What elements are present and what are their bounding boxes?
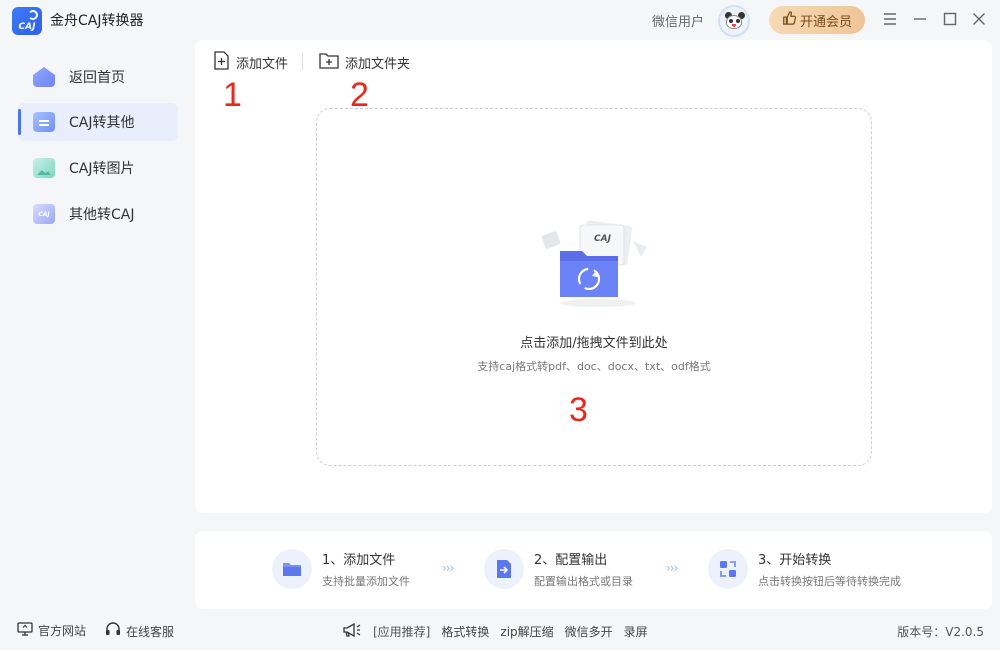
online-service-label: 在线客服: [126, 624, 175, 639]
megaphone-icon: [342, 622, 362, 641]
app-title: 金舟CAJ转换器: [50, 13, 144, 29]
folder-convert-illustration-icon: CAJ: [538, 220, 653, 311]
avatar[interactable]: [718, 5, 750, 37]
sidebar-item-caj-to-other[interactable]: CAJ转其他: [18, 103, 178, 141]
step-arrow-icon: ›››: [442, 561, 454, 575]
toolbar-divider: [302, 54, 303, 70]
step-desc: 支持批量添加文件: [322, 575, 410, 588]
sidebar-item-label: 返回首页: [69, 70, 125, 86]
home-icon: [33, 67, 55, 87]
drop-zone-subtitle: 支持caj格式转pdf、doc、docx、txt、odf格式: [477, 360, 711, 373]
thumbs-up-icon: [782, 11, 797, 29]
add-file-label: 添加文件: [236, 56, 289, 72]
monitor-icon: [17, 622, 33, 639]
sidebar-item-label: 其他转CAJ: [69, 207, 135, 223]
step-title: 2、配置输出: [534, 553, 608, 568]
file-drop-zone[interactable]: CAJ 点击添加/拖拽文件到此处 支持caj格式转pdf、doc、docx、tx…: [316, 108, 872, 466]
recommend-link-record[interactable]: 录屏: [624, 623, 648, 640]
caj-file-icon: CAJ: [33, 204, 55, 224]
add-file-button[interactable]: 添加文件: [213, 50, 289, 74]
annotation-number-1: 1: [223, 76, 242, 114]
recommend-label: [应用推荐]: [373, 625, 431, 639]
minimize-icon[interactable]: [909, 8, 931, 30]
export-icon: [484, 549, 524, 589]
menu-icon[interactable]: [879, 8, 901, 30]
user-name[interactable]: 微信用户: [652, 11, 704, 30]
sidebar-item-home[interactable]: 返回首页: [18, 58, 178, 96]
sidebar-item-label: CAJ转其他: [69, 115, 135, 131]
annotation-number-3: 3: [569, 391, 588, 429]
footer: 官方网站 在线客服 [应用推荐] 格式转换 zip解压缩 微信多开 录屏 版本号…: [0, 614, 1000, 646]
add-folder-label: 添加文件夹: [345, 56, 411, 72]
step-desc: 配置输出格式或目录: [534, 575, 633, 588]
add-folder-icon: [319, 52, 339, 73]
add-file-icon: [213, 50, 230, 74]
main-panel: 添加文件 添加文件夹 1 2 CAJ 点击添加/拖拽文件到此处 支持caj格式转…: [195, 40, 992, 513]
document-convert-icon: [33, 112, 55, 132]
convert-icon: [708, 549, 748, 589]
app-logo-icon: CAJ: [12, 7, 42, 35]
step-title: 3、开始转换: [758, 553, 832, 568]
official-site-label: 官方网站: [38, 624, 87, 638]
add-folder-button[interactable]: 添加文件夹: [319, 52, 410, 72]
sidebar-item-other-to-caj[interactable]: CAJ 其他转CAJ: [18, 195, 178, 233]
step-add-file: 1、添加文件 支持批量添加文件: [272, 549, 410, 589]
maximize-icon[interactable]: [939, 8, 961, 30]
vip-button-label: 开通会员: [799, 14, 852, 30]
drop-zone-title: 点击添加/拖拽文件到此处: [520, 336, 668, 351]
step-title: 1、添加文件: [322, 553, 396, 568]
official-site-link[interactable]: 官方网站: [17, 622, 86, 639]
app-recommend-bar: [应用推荐] 格式转换 zip解压缩 微信多开 录屏: [342, 622, 648, 641]
step-start-convert: 3、开始转换 点击转换按钮后等待转换完成: [708, 549, 901, 589]
step-config-output: 2、配置输出 配置输出格式或目录: [484, 549, 633, 589]
vip-button[interactable]: 开通会员: [769, 6, 865, 34]
title-bar: CAJ 金舟CAJ转换器 微信用户 开通会员: [0, 0, 1000, 40]
step-arrow-icon: ›››: [666, 561, 678, 575]
folder-icon: [272, 549, 312, 589]
close-icon[interactable]: [968, 8, 990, 30]
recommend-link-format[interactable]: 格式转换: [441, 623, 489, 640]
headset-icon: [105, 622, 121, 640]
recommend-link-zip[interactable]: zip解压缩: [500, 623, 553, 640]
steps-bar: 1、添加文件 支持批量添加文件 ››› 2、配置输出 配置输出格式或目录 ›››…: [195, 531, 992, 609]
recommend-link-wechat[interactable]: 微信多开: [565, 623, 613, 640]
image-icon: [33, 158, 55, 178]
sidebar-item-label: CAJ转图片: [69, 161, 135, 177]
version-label: 版本号：V2.0.5: [897, 625, 984, 639]
online-service-link[interactable]: 在线客服: [105, 622, 174, 640]
step-desc: 点击转换按钮后等待转换完成: [758, 575, 901, 588]
svg-text:CAJ: CAJ: [594, 234, 612, 244]
sidebar-item-caj-to-image[interactable]: CAJ转图片: [18, 149, 178, 187]
